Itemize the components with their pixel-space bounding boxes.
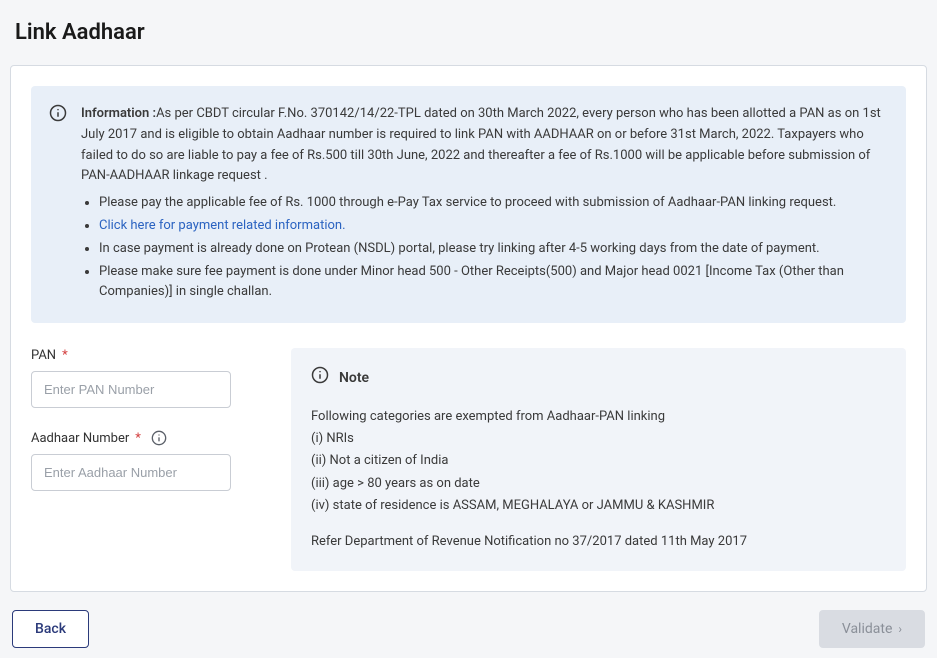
aadhaar-input[interactable]	[31, 454, 231, 491]
validate-button-label: Validate	[842, 621, 893, 637]
aadhaar-field: Aadhaar Number *	[31, 430, 261, 491]
note-exempt-state: (iv) state of residence is ASSAM, MEGHAL…	[311, 498, 714, 513]
information-panel: Information :As per CBDT circular F.No. …	[31, 86, 906, 323]
aadhaar-help-icon[interactable]	[151, 430, 167, 446]
info-bullet-fee: Please pay the applicable fee of Rs. 100…	[99, 193, 886, 214]
main-card: Information :As per CBDT circular F.No. …	[10, 65, 927, 592]
note-panel: Note Following categories are exempted f…	[291, 348, 906, 571]
information-lead-text: As per CBDT circular F.No. 370142/14/22-…	[81, 106, 881, 183]
info-bullet-protean: In case payment is already done on Prote…	[99, 239, 886, 260]
note-exempt-age: (iii) age > 80 years as on date	[311, 476, 480, 491]
note-intro: Following categories are exempted from A…	[311, 409, 665, 424]
footer-actions: Back Validate ›	[10, 610, 927, 648]
note-exempt-nri: (i) NRIs	[311, 431, 354, 446]
info-icon	[49, 104, 67, 122]
note-title: Note	[339, 367, 369, 391]
pan-label: PAN	[31, 348, 56, 363]
chevron-right-icon: ›	[898, 622, 902, 636]
required-marker: *	[62, 348, 68, 363]
page-title: Link Aadhaar	[10, 10, 927, 45]
note-exempt-citizen: (ii) Not a citizen of India	[311, 453, 448, 468]
validate-button[interactable]: Validate ›	[819, 610, 925, 648]
aadhaar-label: Aadhaar Number	[31, 431, 129, 446]
pan-input[interactable]	[31, 371, 231, 408]
back-button[interactable]: Back	[12, 610, 89, 648]
required-marker: *	[135, 431, 141, 446]
payment-info-link[interactable]: Click here for payment related informati…	[99, 218, 346, 233]
note-reference: Refer Department of Revenue Notification…	[311, 531, 886, 553]
info-bullet-challan: Please make sure fee payment is done und…	[99, 262, 886, 304]
information-label: Information :	[81, 106, 156, 121]
info-icon	[311, 366, 329, 392]
pan-field: PAN *	[31, 348, 261, 408]
